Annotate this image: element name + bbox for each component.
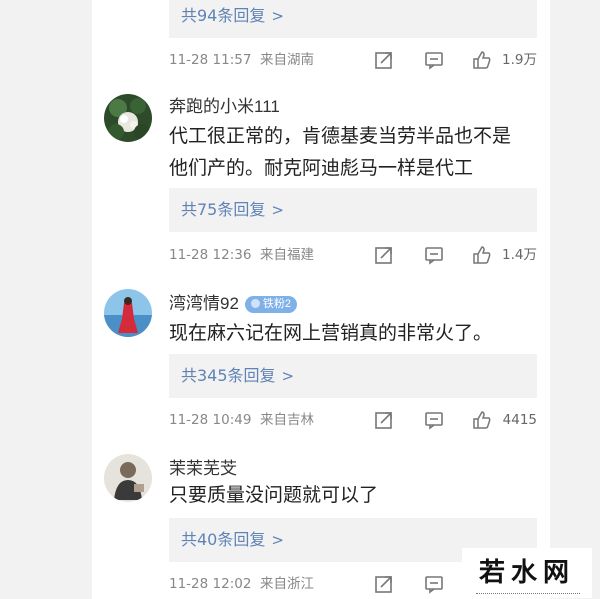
badge-label: 铁粉2	[262, 298, 292, 310]
like-count: 1.9万	[502, 52, 537, 68]
like-count: 1.4万	[502, 247, 537, 263]
site-watermark: 若水网	[462, 548, 592, 598]
comment-icon[interactable]	[424, 50, 444, 70]
fan-badge: 铁粉2	[244, 296, 298, 313]
comment-text: 只要质量没问题就可以了	[169, 484, 379, 506]
chevron-right-icon: >	[281, 367, 295, 385]
watermark-underline	[476, 593, 580, 596]
username[interactable]: 湾湾情92 铁粉2	[169, 289, 298, 314]
comment-meta: 11-28 12:36 来自福建 1.4万	[169, 243, 537, 267]
thumbs-up-icon[interactable]	[472, 50, 492, 70]
comment-meta: 11-28 11:57 来自湖南 1.9万	[169, 48, 537, 72]
reply-count-label: 共345条回复	[181, 366, 276, 385]
reply-count-label: 共40条回复	[181, 530, 266, 549]
share-icon[interactable]	[374, 50, 394, 70]
chevron-right-icon: >	[271, 7, 284, 25]
comment-time: 11-28 10:49	[169, 412, 252, 428]
watermark-text: 若水网	[478, 558, 575, 588]
comment-text: 代工很正常的，肯德基麦当劳半品也不是他们产的。耐克阿迪彪马一样是代工	[169, 125, 512, 179]
reply-expander[interactable]: 共94条回复 >	[169, 0, 537, 38]
comment-icon[interactable]	[424, 245, 444, 265]
chevron-right-icon: >	[271, 531, 284, 549]
reply-expander[interactable]: 共75条回复 >	[169, 188, 537, 232]
share-icon[interactable]	[374, 410, 394, 430]
reply-expander[interactable]: 共345条回复 >	[169, 354, 537, 398]
comment-time: 11-28 12:02	[169, 576, 252, 592]
comment-source: 来自福建	[260, 247, 315, 263]
username-text: 湾湾情92	[169, 294, 239, 313]
avatar[interactable]	[104, 454, 152, 502]
comment-time: 11-28 11:57	[169, 52, 252, 68]
comment-icon[interactable]	[424, 410, 444, 430]
comment-time: 11-28 12:36	[169, 247, 252, 263]
comment-source: 来自吉林	[260, 412, 315, 428]
comment-source: 来自湖南	[260, 52, 315, 68]
comment-source: 来自浙江	[260, 576, 315, 592]
badge-icon	[250, 299, 260, 308]
share-icon[interactable]	[374, 574, 394, 594]
thumbs-up-icon[interactable]	[472, 245, 492, 265]
chevron-right-icon: >	[271, 201, 284, 219]
share-icon[interactable]	[374, 245, 394, 265]
thumbs-up-icon[interactable]	[472, 410, 492, 430]
reply-count-label: 共75条回复	[181, 200, 266, 219]
comment-list: 共94条回复 > 11-28 11:57 来自湖南 1.9万 奔跑的小米111	[92, 0, 550, 599]
like-count: 4415	[502, 412, 537, 428]
comment-text: 现在麻六记在网上营销真的非常火了。	[169, 322, 493, 344]
username[interactable]: 茉茉芜芠	[169, 454, 237, 479]
comment-meta: 11-28 10:49 来自吉林 4415	[169, 408, 537, 432]
avatar[interactable]	[104, 94, 152, 142]
avatar[interactable]	[104, 289, 152, 337]
username[interactable]: 奔跑的小米111	[169, 92, 280, 117]
comment-icon[interactable]	[424, 574, 444, 594]
reply-count-label: 共94条回复	[181, 6, 266, 25]
